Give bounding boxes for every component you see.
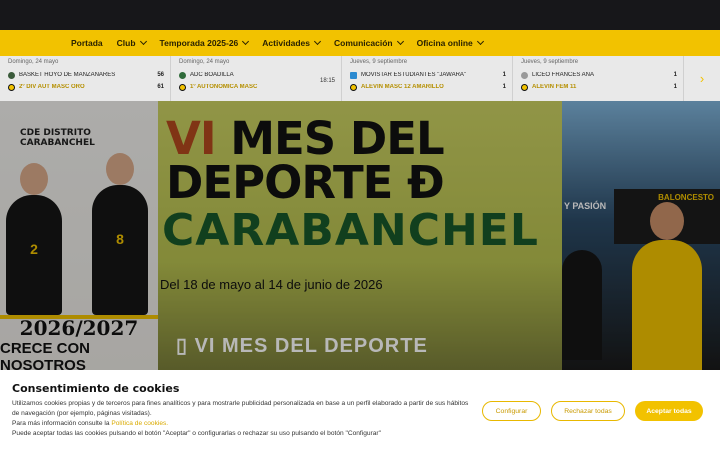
chevron-down-icon <box>139 37 147 46</box>
match-away-row: 1º AUTONOMICA MASC <box>179 81 335 93</box>
banner-text: Y PASIÓN <box>564 201 607 211</box>
nav-label: Club <box>116 38 136 48</box>
match-home-row: BASKET HOYO DE MANZANARES 56 <box>8 69 164 81</box>
team-logo-icon <box>179 71 186 79</box>
away-team: 1º AUTONOMICA MASC <box>190 84 258 90</box>
home-team: BASKET HOYO DE MANZANARES <box>19 72 116 78</box>
slide-season-promo[interactable]: CDE DISTRITO CARABANCHEL 2 8 2026/2027 C… <box>0 101 158 370</box>
mascot-head <box>650 202 684 240</box>
match-time: 18:15 <box>319 78 335 84</box>
match-card[interactable]: Domingo, 24 mayo BASKET HOYO DE MANZANAR… <box>0 56 171 101</box>
player-image <box>562 250 602 360</box>
chevron-down-icon <box>476 37 484 46</box>
slide-comunicado[interactable]: Y PASIÓN BALONCESTO <box>562 101 720 370</box>
player-number: 2 <box>30 241 38 257</box>
main-nav: Portada Club Temporada 2025-26 Actividad… <box>0 30 720 56</box>
player-number: 8 <box>116 231 124 247</box>
slide-headline: VI MES DEL DEPORTE Ð <box>166 116 445 205</box>
nav-label: Comunicación <box>334 38 393 48</box>
nav-label: Portada <box>71 38 103 48</box>
chevron-down-icon <box>313 37 322 46</box>
team-logo-icon <box>350 71 357 79</box>
cookie-line: Para más información consulte la <box>12 420 112 427</box>
home-team: LICEO FRANCES ANA <box>532 72 595 78</box>
match-away-row: ALEVIN MASC 12 AMARILLO 1 <box>350 81 506 93</box>
headline-line2: DEPORTE Ð <box>166 156 445 209</box>
cookie-policy-link[interactable]: Política de cookies. <box>111 420 168 427</box>
team-logo-icon <box>521 71 528 79</box>
hero-slider: CDE DISTRITO CARABANCHEL 2 8 2026/2027 C… <box>0 101 720 370</box>
home-team: ADC BOADILLA <box>190 72 234 78</box>
match-date: Domingo, 24 mayo <box>8 59 59 65</box>
club-logo-icon <box>8 83 15 91</box>
home-score: 56 <box>157 72 164 78</box>
mascot-image <box>632 202 702 370</box>
player-image: 8 <box>92 153 148 315</box>
slide-club-title: CDE DISTRITO CARABANCHEL <box>20 128 95 148</box>
headline-carabanchel: CARABANCHEL <box>162 205 539 256</box>
nav-label: Oficina online <box>416 38 473 48</box>
match-home-row: MOVISTAR ESTUDIANTES "JAWARA" 1 <box>350 69 506 81</box>
club-logo-icon <box>179 83 186 91</box>
club-logo-icon <box>521 83 528 91</box>
match-card[interactable]: Domingo, 24 mayo ADC BOADILLA 1º AUTONOM… <box>171 56 342 101</box>
cookie-buttons: Configurar Rechazar todas Aceptar todas <box>482 401 703 421</box>
away-team: ALEVIN FEM 11 <box>532 84 577 90</box>
nav-label: Temporada 2025-26 <box>159 38 239 48</box>
match-date: Domingo, 24 mayo <box>179 59 230 65</box>
home-score: 1 <box>673 72 677 78</box>
nav-item-portada[interactable]: Portada <box>71 38 103 48</box>
nav-item-temporada[interactable]: Temporada 2025-26 <box>159 37 250 48</box>
away-team: 2º DIV AUT MASC ORO <box>19 84 85 90</box>
accept-all-button[interactable]: Aceptar todas <box>635 401 703 421</box>
nav-label: Actividades <box>262 38 311 48</box>
home-score: 1 <box>502 72 506 78</box>
cookie-consent-banner: Consentimiento de cookies Utilizamos coo… <box>0 370 720 450</box>
nav-item-oficina[interactable]: Oficina online <box>416 37 484 48</box>
configure-button[interactable]: Configurar <box>482 401 541 421</box>
home-team: MOVISTAR ESTUDIANTES "JAWARA" <box>361 72 467 78</box>
match-home-row: ADC BOADILLA <box>179 69 335 81</box>
slide-mes-deporte[interactable]: VI MES DEL DEPORTE Ð CARABANCHEL Del 18 d… <box>158 101 562 370</box>
slide-slogan: CRECE CON NOSOTROS <box>0 340 91 370</box>
match-away-row: 2º DIV AUT MASC ORO 61 <box>8 81 164 93</box>
match-date: Jueves, 9 septiembre <box>521 59 579 65</box>
chevron-down-icon <box>242 37 250 46</box>
away-team: ALEVIN MASC 12 AMARILLO <box>361 84 444 90</box>
player-head <box>20 163 48 195</box>
match-away-row: ALEVIN FEM 11 1 <box>521 81 677 93</box>
match-date: Jueves, 9 septiembre <box>350 59 408 65</box>
slide-caption[interactable]: ▯ VI MES DEL DEPORTE <box>176 333 428 358</box>
team-logo-icon <box>8 71 15 79</box>
player-image: 2 <box>6 163 62 315</box>
nav-item-club[interactable]: Club <box>116 37 147 48</box>
away-score: 61 <box>157 84 164 90</box>
club-logo-icon <box>350 83 357 91</box>
slide-season: 2026/2027 <box>19 316 139 340</box>
nav-item-actividades[interactable]: Actividades <box>262 37 322 48</box>
reject-all-button[interactable]: Rechazar todas <box>551 401 625 421</box>
match-home-row: LICEO FRANCES ANA 1 <box>521 69 677 81</box>
top-bar <box>0 0 720 30</box>
chevron-down-icon <box>396 37 404 46</box>
away-score: 1 <box>673 84 677 90</box>
results-ticker: Domingo, 24 mayo BASKET HOYO DE MANZANAR… <box>0 56 720 101</box>
results-next-arrow-icon[interactable]: › <box>684 56 720 101</box>
event-dates: Del 18 de mayo al 14 de junio de 2026 <box>160 277 383 292</box>
cookie-line: Utilizamos cookies propias y de terceros… <box>12 400 469 417</box>
cookie-text: Utilizamos cookies propias y de terceros… <box>12 399 472 439</box>
banner-text: BALONCESTO <box>658 193 714 202</box>
match-card[interactable]: Jueves, 9 septiembre LICEO FRANCES ANA 1 … <box>513 56 684 101</box>
player-head <box>106 153 134 185</box>
cookie-title: Consentimiento de cookies <box>12 382 180 395</box>
cookie-line: Puede aceptar todas las cookies pulsando… <box>12 430 381 437</box>
nav-item-comunicacion[interactable]: Comunicación <box>334 37 404 48</box>
match-card[interactable]: Jueves, 9 septiembre MOVISTAR ESTUDIANTE… <box>342 56 513 101</box>
away-score: 1 <box>502 84 506 90</box>
